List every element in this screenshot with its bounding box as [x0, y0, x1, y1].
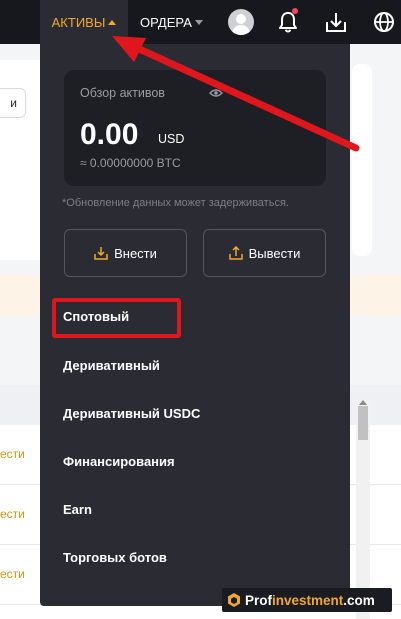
scroll-up-icon[interactable]	[359, 400, 367, 405]
avatar-body	[232, 25, 250, 35]
menu-item-derivatives[interactable]: Деривативный	[63, 358, 160, 373]
avatar[interactable]	[228, 9, 254, 35]
bg-row-action[interactable]: ести	[0, 567, 25, 581]
assets-dropdown: Обзор активов 0.00 USD ≈ 0.00000000 BTC …	[40, 44, 350, 606]
caret-down-icon	[194, 19, 203, 25]
deposit-button[interactable]: Внести	[64, 229, 187, 277]
withdraw-button[interactable]: Вывести	[203, 229, 326, 277]
overview-btc-equivalent: ≈ 0.00000000 BTC	[80, 156, 181, 170]
overview-title: Обзор активов	[80, 86, 165, 100]
deposit-icon	[94, 247, 108, 260]
globe-icon[interactable]	[370, 8, 398, 36]
bell-icon[interactable]	[274, 8, 302, 36]
watermark: Profinvestment.com	[222, 588, 392, 612]
menu-item-trading-bots[interactable]: Торговых ботов	[63, 550, 167, 565]
menu-item-derivatives-usdc[interactable]: Деривативный USDC	[63, 406, 200, 421]
nav-assets-label: АКТИВЫ	[51, 14, 106, 30]
nav-orders-tab[interactable]: ОРДЕРА	[140, 0, 203, 44]
scrollbar[interactable]	[356, 400, 370, 619]
bg-row-action[interactable]: ести	[0, 447, 25, 461]
overview-amount: 0.00	[80, 118, 139, 151]
scroll-thumb[interactable]	[358, 406, 368, 440]
avatar-head	[236, 14, 246, 24]
watermark-text: Profinvestment.com	[245, 592, 375, 608]
nav-orders-label: ОРДЕРА	[140, 14, 192, 30]
top-navbar: АКТИВЫ ОРДЕРА	[0, 0, 401, 44]
nav-assets-tab[interactable]: АКТИВЫ	[40, 0, 128, 44]
notification-dot	[292, 8, 298, 14]
deposit-label: Внести	[114, 245, 157, 261]
withdraw-label: Вывести	[248, 245, 301, 261]
asset-overview-card: Обзор активов 0.00 USD ≈ 0.00000000 BTC	[64, 70, 326, 186]
eye-icon[interactable]	[209, 88, 223, 98]
download-icon[interactable]	[322, 8, 350, 36]
update-delay-note: *Обновление данных может задерживаться.	[62, 197, 289, 209]
caret-up-icon	[108, 19, 117, 25]
watermark-logo-icon	[228, 593, 240, 607]
menu-item-earn[interactable]: Earn	[63, 502, 92, 517]
menu-item-funding[interactable]: Финансирования	[63, 454, 175, 469]
bg-partial-button-label: и	[10, 96, 17, 110]
bg-row-action[interactable]: ести	[0, 507, 25, 521]
bg-right-card	[352, 64, 372, 256]
bg-partial-button[interactable]: и	[0, 88, 26, 118]
spot-highlight-box	[52, 298, 181, 338]
withdraw-icon	[228, 246, 243, 260]
overview-currency: USD	[158, 132, 185, 146]
